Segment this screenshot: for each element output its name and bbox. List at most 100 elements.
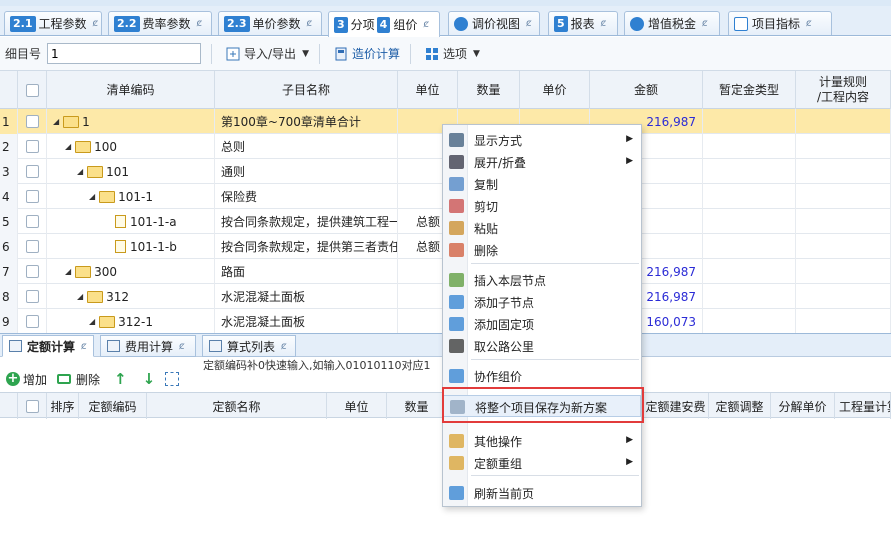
menu-item[interactable]: 刷新当前页 bbox=[443, 482, 641, 504]
code-cell[interactable]: ◢ 1 bbox=[47, 109, 215, 134]
measure-rule-cell[interactable] bbox=[796, 209, 891, 234]
measure-rule-cell[interactable] bbox=[796, 109, 891, 134]
header-unit[interactable]: 单位 bbox=[398, 71, 458, 109]
pin-icon[interactable]: ȼ bbox=[93, 18, 99, 29]
name-cell[interactable]: 第100章~700章清单合计 bbox=[215, 109, 398, 134]
provisional-type-cell[interactable] bbox=[703, 234, 796, 259]
pin-icon[interactable]: ȼ bbox=[601, 18, 607, 29]
code-cell[interactable]: ◢ 101 bbox=[47, 159, 215, 184]
row-checkbox[interactable] bbox=[25, 190, 39, 203]
import-export-button[interactable]: 导入/导出 ▼ bbox=[226, 45, 309, 62]
provisional-type-cell[interactable] bbox=[703, 259, 796, 284]
row-checkbox-cell[interactable] bbox=[18, 159, 47, 184]
row-checkbox[interactable] bbox=[25, 165, 39, 178]
options-button[interactable]: 选项 ▼ bbox=[425, 45, 480, 62]
tab-quota-calc[interactable]: 定额计算 ȼ bbox=[2, 335, 94, 357]
pin-icon[interactable]: ȼ bbox=[179, 341, 185, 352]
row-checkbox-cell[interactable] bbox=[18, 234, 47, 259]
collapse-arrow-icon[interactable]: ◢ bbox=[77, 167, 83, 176]
row-checkbox-cell[interactable] bbox=[18, 259, 47, 284]
menu-item[interactable]: 插入本层节点 bbox=[443, 269, 641, 291]
collapse-arrow-icon[interactable]: ◢ bbox=[65, 267, 71, 276]
header-checkbox[interactable] bbox=[18, 393, 47, 419]
tab-itemize-pricing[interactable]: 3 分项 4 组价 ȼ bbox=[328, 11, 440, 37]
row-checkbox-cell[interactable] bbox=[18, 309, 47, 333]
menu-item[interactable]: 复制 bbox=[443, 173, 641, 195]
menu-item[interactable]: 其他操作 ▶ bbox=[443, 430, 641, 452]
header-amount[interactable]: 金额 bbox=[590, 71, 703, 109]
name-cell[interactable]: 总则 bbox=[215, 134, 398, 159]
move-down-icon[interactable]: ↓ bbox=[143, 370, 156, 388]
code-cell[interactable]: ◢ 300 bbox=[47, 259, 215, 284]
name-cell[interactable]: 水泥混凝土面板 bbox=[215, 284, 398, 309]
code-cell[interactable]: ◢ 312-1 bbox=[47, 309, 215, 333]
row-checkbox[interactable] bbox=[25, 290, 39, 303]
tab-reports[interactable]: 5 报表 ȼ bbox=[548, 11, 618, 35]
select-all-checkbox[interactable] bbox=[25, 83, 39, 97]
collapse-arrow-icon[interactable]: ◢ bbox=[89, 317, 95, 326]
header-unit-price[interactable]: 单价 bbox=[520, 71, 590, 109]
add-button[interactable]: + 增加 bbox=[6, 371, 47, 388]
pin-icon[interactable]: ȼ bbox=[197, 18, 203, 29]
menu-item[interactable]: 添加子节点 bbox=[443, 291, 641, 313]
menu-item[interactable]: 协作组价 bbox=[443, 365, 641, 387]
measure-rule-cell[interactable] bbox=[796, 259, 891, 284]
menu-item[interactable]: 取公路公里 bbox=[443, 335, 641, 357]
header-code[interactable]: 清单编码 bbox=[47, 71, 215, 109]
measure-rule-cell[interactable] bbox=[796, 134, 891, 159]
header-measure-rule[interactable]: 计量规则 /工程内容 bbox=[796, 71, 891, 109]
menu-item[interactable]: 添加固定项 bbox=[443, 313, 641, 335]
row-checkbox[interactable] bbox=[25, 315, 39, 328]
header-quantity-calc[interactable]: 工程量计算 bbox=[835, 393, 891, 419]
row-checkbox-cell[interactable] bbox=[18, 184, 47, 209]
pin-icon[interactable]: ȼ bbox=[423, 19, 429, 30]
code-cell[interactable]: 101-1-a bbox=[47, 209, 215, 234]
provisional-type-cell[interactable] bbox=[703, 309, 796, 333]
measure-rule-cell[interactable] bbox=[796, 284, 891, 309]
tree-icon[interactable] bbox=[165, 372, 180, 386]
header-quota-code[interactable]: 定额编码 bbox=[79, 393, 147, 419]
delete-button[interactable]: 删除 bbox=[57, 371, 100, 388]
header-name[interactable]: 子目名称 bbox=[215, 71, 398, 109]
collapse-arrow-icon[interactable]: ◢ bbox=[89, 192, 95, 201]
row-checkbox-cell[interactable] bbox=[18, 209, 47, 234]
pin-icon[interactable]: ȼ bbox=[307, 18, 313, 29]
header-quantity[interactable]: 数量 bbox=[387, 393, 447, 419]
pin-icon[interactable]: ȼ bbox=[702, 18, 708, 29]
row-checkbox-cell[interactable] bbox=[18, 284, 47, 309]
header-checkbox[interactable] bbox=[18, 71, 47, 109]
tab-project-indicators[interactable]: 项目指标 ȼ bbox=[728, 11, 832, 35]
code-cell[interactable]: ◢ 312 bbox=[47, 284, 215, 309]
header-unit[interactable]: 单位 bbox=[327, 393, 387, 419]
header-quota-adjust[interactable]: 定额调整 bbox=[709, 393, 771, 419]
measure-rule-cell[interactable] bbox=[796, 159, 891, 184]
collapse-arrow-icon[interactable]: ◢ bbox=[77, 292, 83, 301]
menu-item[interactable]: 定额重组 ▶ bbox=[443, 452, 641, 474]
name-cell[interactable]: 按合同条款规定，提供建筑工程一 bbox=[215, 209, 398, 234]
measure-rule-cell[interactable] bbox=[796, 184, 891, 209]
menu-item[interactable]: 删除 bbox=[443, 239, 641, 261]
header-quantity[interactable]: 数量 bbox=[458, 71, 520, 109]
tab-project-params[interactable]: 2.1 工程参数 ȼ bbox=[4, 11, 102, 35]
tab-unit-price-params[interactable]: 2.3 单价参数 ȼ bbox=[218, 11, 322, 35]
pin-icon[interactable]: ȼ bbox=[281, 341, 287, 352]
tab-rate-params[interactable]: 2.2 费率参数 ȼ bbox=[108, 11, 212, 35]
pin-icon[interactable]: ȼ bbox=[81, 341, 87, 352]
tab-vat[interactable]: 增值税金 ȼ bbox=[624, 11, 720, 35]
menu-item[interactable]: 显示方式 ▶ bbox=[443, 129, 641, 151]
pin-icon[interactable]: ȼ bbox=[526, 18, 532, 29]
item-number-input[interactable] bbox=[47, 43, 202, 64]
row-checkbox[interactable] bbox=[25, 115, 39, 128]
header-construction-fee[interactable]: 定额建安费 bbox=[643, 393, 709, 419]
header-provisional-type[interactable]: 暂定金类型 bbox=[703, 71, 796, 109]
header-quota-name[interactable]: 定额名称 bbox=[147, 393, 327, 419]
header-order[interactable]: 排序 bbox=[47, 393, 79, 419]
provisional-type-cell[interactable] bbox=[703, 184, 796, 209]
code-cell[interactable]: ◢ 100 bbox=[47, 134, 215, 159]
menu-item[interactable]: 剪切 bbox=[443, 195, 641, 217]
name-cell[interactable]: 通则 bbox=[215, 159, 398, 184]
tab-fee-calc[interactable]: 费用计算 ȼ bbox=[100, 335, 196, 357]
row-checkbox-cell[interactable] bbox=[18, 134, 47, 159]
pricing-calc-button[interactable]: 造价计算 bbox=[334, 45, 400, 62]
name-cell[interactable]: 路面 bbox=[215, 259, 398, 284]
